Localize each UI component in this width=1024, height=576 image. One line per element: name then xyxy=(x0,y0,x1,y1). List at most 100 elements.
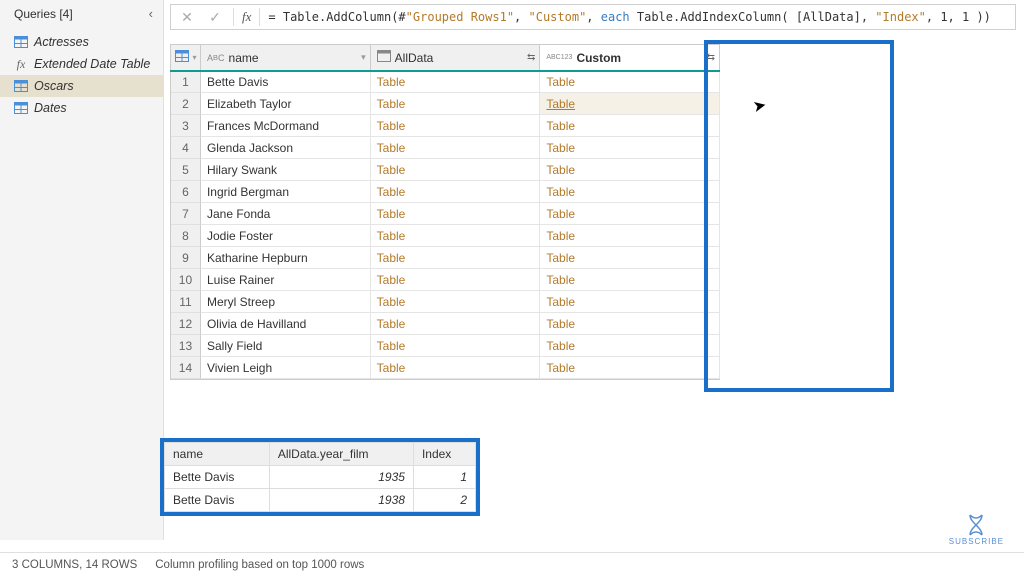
cell-custom[interactable]: Table xyxy=(540,159,720,181)
table-link[interactable]: Table xyxy=(546,97,575,111)
filter-dropdown-icon[interactable]: ▾ xyxy=(361,52,366,63)
formula-bar[interactable]: ✕ ✓ fx = Table.AddColumn(#"Grouped Rows1… xyxy=(170,4,1016,30)
cell-alldata[interactable]: Table xyxy=(371,247,541,269)
table-row[interactable]: 13Sally Field Table Table xyxy=(171,335,720,357)
table-link[interactable]: Table xyxy=(377,317,406,331)
cell-alldata[interactable]: Table xyxy=(371,159,541,181)
table-link[interactable]: Table xyxy=(546,75,575,89)
cell-custom[interactable]: Table xyxy=(540,357,720,379)
table-link[interactable]: Table xyxy=(377,141,406,155)
table-link[interactable]: Table xyxy=(546,251,575,265)
cell-custom[interactable]: Table xyxy=(540,93,720,115)
row-number-cell[interactable]: 5 xyxy=(171,159,201,181)
row-number-cell[interactable]: 3 xyxy=(171,115,201,137)
table-link[interactable]: Table xyxy=(546,207,575,221)
cell-name[interactable]: Hilary Swank xyxy=(201,159,371,181)
table-row[interactable]: 10Luise Rainer Table Table xyxy=(171,269,720,291)
table-row[interactable]: 11Meryl Streep Table Table xyxy=(171,291,720,313)
row-number-cell[interactable]: 9 xyxy=(171,247,201,269)
cell-alldata[interactable]: Table xyxy=(371,357,541,379)
table-link[interactable]: Table xyxy=(546,119,575,133)
cell-name[interactable]: Vivien Leigh xyxy=(201,357,371,379)
fx-icon[interactable]: fx xyxy=(242,9,251,25)
row-number-cell[interactable]: 6 xyxy=(171,181,201,203)
cell-custom[interactable]: Table xyxy=(540,203,720,225)
table-link[interactable]: Table xyxy=(546,163,575,177)
cell-custom[interactable]: Table xyxy=(540,137,720,159)
cell-name[interactable]: Sally Field xyxy=(201,335,371,357)
table-link[interactable]: Table xyxy=(377,339,406,353)
table-link[interactable]: Table xyxy=(377,295,406,309)
formula-cancel-icon[interactable]: ✕ xyxy=(177,9,197,26)
table-link[interactable]: Table xyxy=(377,251,406,265)
table-row[interactable]: 1Bette DavisTableTable xyxy=(171,71,720,93)
cell-name[interactable]: Olivia de Havilland xyxy=(201,313,371,335)
cell-name[interactable]: Luise Rainer xyxy=(201,269,371,291)
row-number-cell[interactable]: 12 xyxy=(171,313,201,335)
table-link[interactable]: Table xyxy=(377,185,406,199)
table-link[interactable]: Table xyxy=(377,97,406,111)
cell-alldata[interactable]: Table xyxy=(371,225,541,247)
table-link[interactable]: Table xyxy=(546,295,575,309)
preview-header-year[interactable]: AllData.year_film xyxy=(269,443,413,466)
cell-alldata[interactable]: Table xyxy=(371,313,541,335)
expand-column-icon[interactable]: ⇆ xyxy=(707,52,715,63)
table-link[interactable]: Table xyxy=(546,339,575,353)
query-item-dates[interactable]: Dates xyxy=(0,97,163,119)
cell-name[interactable]: Jodie Foster xyxy=(201,225,371,247)
table-link[interactable]: Table xyxy=(377,207,406,221)
cell-custom[interactable]: Table xyxy=(540,247,720,269)
cell-alldata[interactable]: Table xyxy=(371,93,541,115)
cell-name[interactable]: Frances McDormand xyxy=(201,115,371,137)
table-link[interactable]: Table xyxy=(546,361,575,375)
row-number-cell[interactable]: 13 xyxy=(171,335,201,357)
table-link[interactable]: Table xyxy=(377,361,406,375)
formula-text[interactable]: = Table.AddColumn(#"Grouped Rows1", "Cus… xyxy=(268,10,1009,24)
cell-custom[interactable]: Table xyxy=(540,269,720,291)
row-number-cell[interactable]: 4 xyxy=(171,137,201,159)
table-row[interactable]: 7Jane Fonda Table Table xyxy=(171,203,720,225)
row-number-cell[interactable]: 10 xyxy=(171,269,201,291)
cell-custom[interactable]: Table xyxy=(540,335,720,357)
row-number-header[interactable]: ▾ xyxy=(171,45,201,71)
table-row[interactable]: 6Ingrid Bergman Table Table xyxy=(171,181,720,203)
column-header-alldata[interactable]: AllData ⇆ xyxy=(371,45,541,71)
row-number-cell[interactable]: 1 xyxy=(171,71,201,93)
cell-alldata[interactable]: Table xyxy=(371,291,541,313)
table-link[interactable]: Table xyxy=(546,185,575,199)
column-header-custom[interactable]: ABC123 Custom ⇆ xyxy=(540,45,720,71)
cell-alldata[interactable]: Table xyxy=(371,115,541,137)
cell-alldata[interactable]: Table xyxy=(371,71,541,93)
row-number-cell[interactable]: 8 xyxy=(171,225,201,247)
row-number-cell[interactable]: 2 xyxy=(171,93,201,115)
table-row[interactable]: 4Glenda Jackson Table Table xyxy=(171,137,720,159)
cell-name[interactable]: Ingrid Bergman xyxy=(201,181,371,203)
row-number-cell[interactable]: 11 xyxy=(171,291,201,313)
table-link[interactable]: Table xyxy=(377,273,406,287)
table-link[interactable]: Table xyxy=(546,317,575,331)
table-row[interactable]: 14Vivien Leigh Table Table xyxy=(171,357,720,379)
cell-name[interactable]: Elizabeth Taylor xyxy=(201,93,371,115)
cell-name[interactable]: Katharine Hepburn xyxy=(201,247,371,269)
query-item-actresses[interactable]: Actresses xyxy=(0,31,163,53)
table-row[interactable]: 3Frances McDormandTableTable xyxy=(171,115,720,137)
cell-name[interactable]: Meryl Streep xyxy=(201,291,371,313)
row-number-cell[interactable]: 7 xyxy=(171,203,201,225)
cell-alldata[interactable]: Table xyxy=(371,335,541,357)
row-number-cell[interactable]: 14 xyxy=(171,357,201,379)
cell-custom[interactable]: Table xyxy=(540,115,720,137)
collapse-panel-icon[interactable]: ‹ xyxy=(149,6,153,21)
cell-custom[interactable]: Table xyxy=(540,291,720,313)
cell-alldata[interactable]: Table xyxy=(371,137,541,159)
table-row[interactable]: 5Hilary SwankTableTable xyxy=(171,159,720,181)
cell-alldata[interactable]: Table xyxy=(371,269,541,291)
query-item-oscars[interactable]: Oscars xyxy=(0,75,163,97)
cell-name[interactable]: Glenda Jackson xyxy=(201,137,371,159)
preview-row[interactable]: Bette Davis19351 xyxy=(165,466,476,489)
cell-name[interactable]: Jane Fonda xyxy=(201,203,371,225)
column-header-name[interactable]: ABC name ▾ xyxy=(201,45,371,71)
cell-custom[interactable]: Table xyxy=(540,225,720,247)
cell-custom[interactable]: Table xyxy=(540,181,720,203)
table-row[interactable]: 8Jodie FosterTableTable xyxy=(171,225,720,247)
table-link[interactable]: Table xyxy=(377,75,406,89)
